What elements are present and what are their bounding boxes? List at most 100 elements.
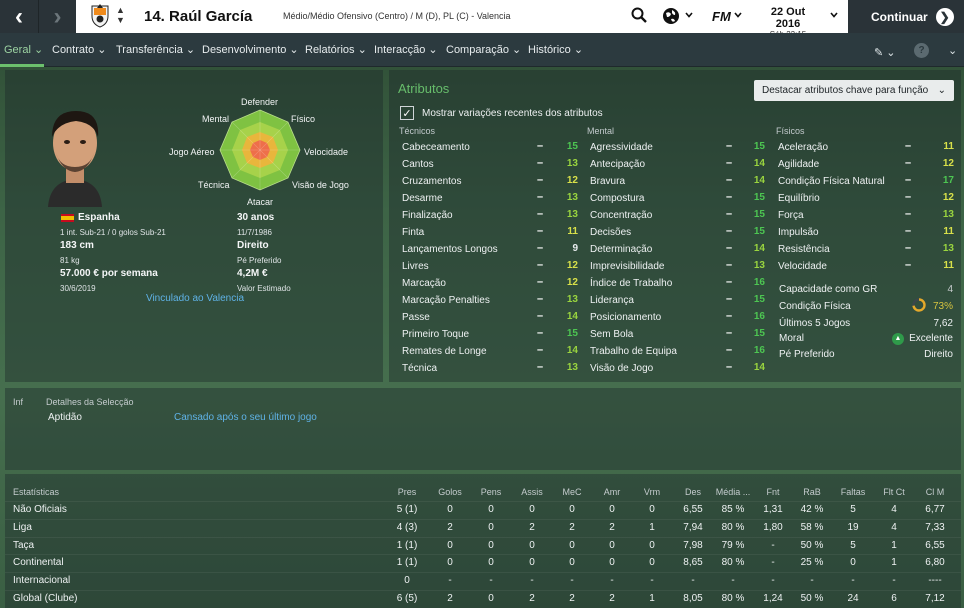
tab-geral[interactable]: Geral ⌄: [0, 33, 43, 67]
fitness-status-link[interactable]: Cansado após o seu último jogo: [174, 412, 317, 423]
attribute-name: Decisões: [590, 227, 632, 238]
stats-column-header[interactable]: Golos: [429, 487, 471, 497]
attribute-trend-dash: –: [726, 174, 733, 186]
attribute-value: 12: [566, 260, 578, 271]
stats-column-header[interactable]: Assis: [511, 487, 553, 497]
continue-label: Continuar: [871, 9, 928, 24]
stats-column-header[interactable]: MeC: [551, 487, 593, 497]
stats-cell: 0: [529, 557, 535, 569]
stats-column-header[interactable]: Pres: [386, 487, 428, 497]
chevron-down-icon[interactable]: [685, 12, 693, 18]
row-divider: [5, 554, 961, 556]
stats-cell: ----: [928, 575, 942, 587]
attribute-trend-dash: –: [726, 208, 733, 220]
attribute-value: 14: [566, 345, 578, 356]
stats-cell: 2: [447, 593, 453, 604]
stats-cell: -: [650, 575, 654, 587]
show-variations-toggle[interactable]: ✓ Mostrar variações recentes dos atribut…: [400, 106, 603, 120]
chevron-down-icon[interactable]: [734, 12, 742, 18]
radar-label-jogo-aereo: Jogo Aéreo: [169, 147, 215, 157]
stats-column-header[interactable]: Média ...: [712, 487, 754, 497]
stats-column-header[interactable]: Amr: [591, 487, 633, 497]
stats-cell: 1: [891, 557, 897, 569]
mental-header: Mental: [587, 126, 615, 136]
stats-cell: -: [448, 575, 452, 587]
stats-cell: 4: [891, 504, 897, 515]
pen-icon[interactable]: ✎ ⌄: [874, 46, 896, 59]
radar-label-velocidade: Velocidade: [304, 147, 349, 157]
attribute-trend-dash: –: [905, 225, 912, 237]
player-weight: 81 kg: [60, 256, 80, 265]
radar-label-tecnica: Técnica: [198, 180, 230, 190]
stats-cell: 19: [847, 521, 859, 533]
birth-date: 11/7/1986: [237, 228, 272, 237]
tab-relatorios[interactable]: Relatórios ⌄: [301, 33, 367, 67]
stats-column-header[interactable]: Des: [672, 487, 714, 497]
attribute-name: Aceleração: [778, 142, 829, 153]
tab-historico[interactable]: Histórico ⌄: [524, 33, 583, 67]
checkbox-checked-icon[interactable]: ✓: [400, 106, 414, 120]
stats-cell: 80 %: [721, 593, 745, 604]
attribute-value: 13: [566, 192, 578, 203]
info-value: Excelente: [909, 333, 953, 344]
tab-contrato[interactable]: Contrato ⌄: [48, 33, 106, 67]
stats-cell: -: [570, 575, 574, 587]
stats-cell: 2: [529, 593, 535, 604]
attribute-name: Equilíbrio: [778, 193, 820, 204]
stats-column-header[interactable]: Cl M: [914, 487, 956, 497]
row-divider: [5, 536, 961, 538]
stats-column-header[interactable]: Flt Ct: [873, 487, 915, 497]
help-icon[interactable]: ?: [914, 43, 929, 58]
attribute-value: 17: [942, 175, 954, 186]
stats-column-header[interactable]: RaB: [791, 487, 833, 497]
stats-column-header[interactable]: Faltas: [832, 487, 874, 497]
stats-cell: 80 %: [721, 557, 745, 569]
stats-cell: 0: [529, 539, 535, 551]
club-link[interactable]: Vinculado ao Valencia: [95, 293, 295, 304]
stats-cell: 0: [404, 575, 410, 587]
fitness-label: Aptidão: [48, 412, 82, 423]
tab-transferencia[interactable]: Transferência ⌄: [112, 33, 195, 67]
attribute-value: 14: [753, 243, 765, 254]
attribute-trend-dash: –: [726, 327, 733, 339]
nationality: Espanha: [78, 212, 120, 223]
stats-cell: 0: [488, 593, 494, 604]
stats-cell: 0: [569, 504, 575, 515]
attribute-trend-dash: –: [726, 344, 733, 356]
tab-desenvolvimento[interactable]: Desenvolvimento ⌄: [198, 33, 299, 67]
tab-interaccao[interactable]: Interacção ⌄: [370, 33, 438, 67]
stats-cell: 2: [447, 521, 453, 533]
attribute-trend-dash: –: [537, 327, 544, 339]
stats-cell: 0: [649, 557, 655, 569]
globe-icon[interactable]: [662, 7, 680, 25]
attribute-trend-dash: –: [537, 344, 544, 356]
continue-button[interactable]: Continuar ❯: [848, 0, 964, 33]
stats-cell: -: [771, 557, 775, 569]
stats-column-header[interactable]: Fnt: [752, 487, 794, 497]
forward-arrow-icon[interactable]: ›: [38, 0, 76, 33]
attribute-name: Lançamentos Longos: [402, 244, 498, 255]
chevron-down-icon[interactable]: ⌄: [948, 44, 957, 57]
attribute-trend-dash: –: [537, 310, 544, 322]
preferred-foot: Direito: [237, 240, 269, 251]
tab-comparacao[interactable]: Comparação ⌄: [442, 33, 521, 67]
chevron-down-icon[interactable]: [830, 12, 838, 18]
stats-column-header[interactable]: Vrm: [631, 487, 673, 497]
search-icon[interactable]: [631, 7, 647, 23]
club-badge-icon[interactable]: [90, 4, 110, 28]
info-label: Pé Preferido: [779, 349, 835, 360]
highlight-attributes-select[interactable]: Destacar atributos chave para função ⌄: [754, 80, 954, 101]
stats-column-header[interactable]: Pens: [470, 487, 512, 497]
attribute-trend-dash: –: [905, 140, 912, 152]
stats-cell: 4: [891, 521, 897, 533]
attribute-name: Cruzamentos: [402, 176, 462, 187]
fm-menu-logo[interactable]: FM: [712, 9, 731, 24]
attribute-trend-dash: –: [537, 225, 544, 237]
attribute-trend-dash: –: [537, 242, 544, 254]
attribute-name: Imprevisibilidade: [590, 261, 665, 272]
back-arrow-icon[interactable]: ‹: [0, 0, 38, 33]
attribute-radar-chart: [219, 109, 301, 191]
attribute-trend-dash: –: [726, 293, 733, 305]
stats-cell: 42 %: [800, 504, 824, 515]
player-switch-icon[interactable]: ▲ ▼: [116, 5, 125, 25]
